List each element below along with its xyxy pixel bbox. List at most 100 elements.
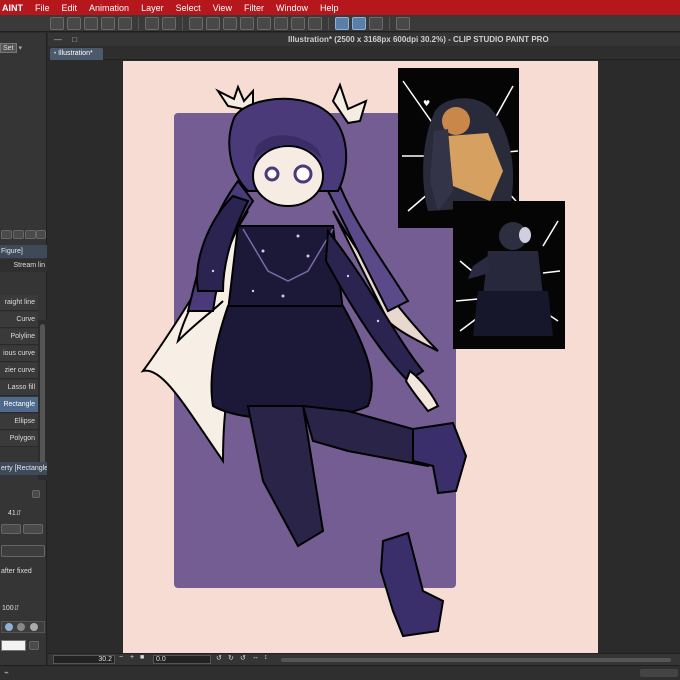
reference-photo-outfit[interactable]: [453, 201, 565, 349]
clear-outside-icon[interactable]: [206, 16, 220, 30]
canvas-status-bar: 30.2 − + ■ 0.0 ↺ ↻ ↺ ↔ ↕: [48, 653, 680, 665]
command-bar: [0, 15, 680, 32]
zoom-field[interactable]: 30.2: [53, 655, 115, 664]
dropdown-icon[interactable]: [29, 641, 39, 650]
snap-grid-icon[interactable]: [369, 16, 383, 30]
toolbar-divider: [328, 16, 329, 30]
tool-property-header: erty [Rectangle: [0, 462, 47, 475]
tool-curve[interactable]: Curve: [0, 312, 38, 328]
corner-shape-icon[interactable]: [1, 524, 21, 534]
rotate-left-icon[interactable]: ↺: [216, 654, 222, 662]
copy-icon[interactable]: [13, 230, 24, 239]
tool-lasso-fill[interactable]: Lasso fill: [0, 380, 38, 396]
flip-vertical-icon[interactable]: ↕: [264, 654, 268, 661]
toolbar-divider: [138, 16, 139, 30]
lock-icon[interactable]: [32, 490, 40, 498]
menu-animation[interactable]: Animation: [85, 3, 137, 13]
redo-icon[interactable]: [162, 16, 176, 30]
assets-icon[interactable]: [396, 16, 410, 30]
heart-icon: ♥: [423, 99, 430, 108]
after-fixed-label: after fixed: [1, 568, 32, 575]
line-shape-icon[interactable]: [23, 524, 43, 534]
tab-illustration[interactable]: • Illustration*: [50, 48, 103, 60]
document-titlebar: — □ Illustration* (2500 x 3168px 600dpi …: [48, 33, 680, 46]
transform-icon[interactable]: [240, 16, 254, 30]
fit-icon[interactable]: ■: [140, 654, 144, 661]
crop-icon[interactable]: [257, 16, 271, 30]
reset-rotation-icon[interactable]: ↺: [240, 654, 246, 662]
brush-shape-preview[interactable]: [1, 545, 45, 557]
toolbar-divider: [389, 16, 390, 30]
stepper-icon[interactable]: ⇵: [16, 510, 22, 517]
brush-size-value[interactable]: 41: [8, 510, 16, 517]
tool-polygon[interactable]: Polygon: [0, 431, 38, 447]
window-controls[interactable]: — □: [48, 35, 288, 44]
close-icon[interactable]: •: [54, 51, 56, 57]
save-icon[interactable]: [101, 16, 115, 30]
artwork-svg: ♥: [123, 61, 598, 653]
anti-alias-none-icon[interactable]: [5, 623, 13, 631]
anti-alias-weak-icon[interactable]: [17, 623, 25, 631]
clear-icon[interactable]: [189, 16, 203, 30]
anti-alias-selector[interactable]: [1, 621, 45, 633]
menu-filter[interactable]: Filter: [240, 3, 272, 13]
toolbar-divider: [182, 16, 183, 30]
stepper-icon[interactable]: ⇵: [14, 605, 20, 612]
snap-ruler-icon[interactable]: [335, 16, 349, 30]
menu-file[interactable]: File: [31, 3, 58, 13]
menu-view[interactable]: View: [209, 3, 240, 13]
rotate-right-icon[interactable]: ↻: [228, 654, 234, 662]
tool-ellipse[interactable]: Ellipse: [0, 414, 38, 430]
snap-special-ruler-icon[interactable]: [352, 16, 366, 30]
open-folder-icon[interactable]: [84, 16, 98, 30]
set-dropdown[interactable]: Set: [0, 43, 17, 53]
figure-panel-header: Figure]: [0, 245, 47, 258]
new-file-icon[interactable]: [67, 16, 81, 30]
chevron-down-icon[interactable]: ▾: [18, 45, 22, 52]
stream-line-tab[interactable]: Stream lin: [0, 259, 47, 272]
menu-window[interactable]: Window: [272, 3, 316, 13]
flip-horizontal-icon[interactable]: ↔: [252, 654, 259, 661]
tool-panel: Set ▾ Figure] Stream lin raight line Cur…: [0, 33, 47, 665]
sub-tool-set-row: Set ▾: [0, 42, 47, 55]
horizontal-scrollbar[interactable]: [281, 658, 671, 662]
brush-size-row: 41⇵: [0, 507, 47, 520]
settings-icon[interactable]: [25, 230, 36, 239]
scrollbar-thumb[interactable]: [40, 324, 45, 464]
rotation-field[interactable]: 0.0: [153, 655, 211, 664]
menu-bar: AINT File Edit Animation Layer Select Vi…: [0, 0, 680, 15]
trash-icon[interactable]: [1, 230, 12, 239]
tool-rectangle[interactable]: Rectangle: [0, 397, 38, 413]
tool-continuous-curve[interactable]: ious curve: [0, 346, 38, 362]
invert-selection-icon[interactable]: [291, 16, 305, 30]
color-swatch[interactable]: [1, 640, 26, 651]
opacity-value[interactable]: 100: [2, 605, 14, 612]
fill-icon[interactable]: [223, 16, 237, 30]
app-name: AINT: [2, 2, 23, 13]
zoom-in-icon[interactable]: +: [130, 654, 134, 661]
anti-alias-strong-icon[interactable]: [30, 623, 38, 631]
menu-edit[interactable]: Edit: [58, 3, 86, 13]
save-menu-icon[interactable]: [118, 16, 132, 30]
bottom-scroll[interactable]: [640, 669, 678, 677]
delete-icon[interactable]: [36, 230, 46, 239]
menu-select[interactable]: Select: [172, 3, 209, 13]
menu-layer[interactable]: Layer: [137, 3, 172, 13]
document-title: Illustration* (2500 x 3168px 600dpi 30.2…: [288, 35, 549, 44]
canvas-area[interactable]: ♥: [48, 61, 680, 653]
menu-help[interactable]: Help: [316, 3, 347, 13]
zoom-out-icon[interactable]: −: [119, 654, 123, 661]
deselect-icon[interactable]: [274, 16, 288, 30]
tool-bezier-curve[interactable]: zier curve: [0, 363, 38, 379]
layer-icon[interactable]: [50, 16, 64, 30]
expand-icon[interactable]: ⌁: [4, 668, 9, 677]
tool-straight-line[interactable]: raight line: [0, 295, 38, 311]
tab-label: Illustration*: [58, 50, 93, 57]
opacity-row: 100⇵: [0, 602, 47, 615]
document-tab-bar: • Illustration*: [48, 46, 680, 60]
undo-icon[interactable]: [145, 16, 159, 30]
tool-polyline[interactable]: Polyline: [0, 329, 38, 345]
show-selection-icon[interactable]: [308, 16, 322, 30]
bottom-bar: ⌁: [0, 665, 680, 680]
tool-list-scrollbar[interactable]: [38, 320, 47, 480]
